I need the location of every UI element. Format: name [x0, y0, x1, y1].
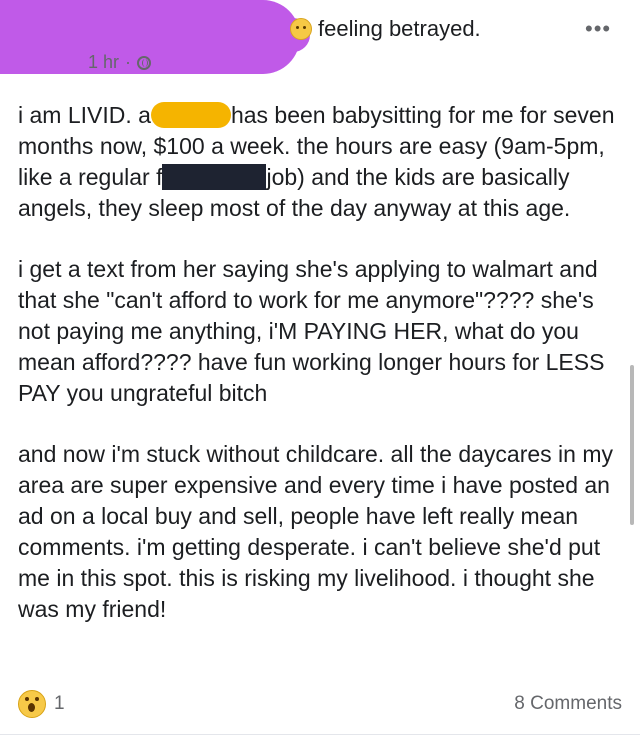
- post-header: feeling betrayed. ••• 1 hr ·: [0, 0, 640, 90]
- wow-emoji-icon: [18, 690, 46, 718]
- comments-link[interactable]: 8 Comments: [514, 693, 622, 715]
- sad-face-icon: [290, 18, 312, 40]
- feeling-status: feeling betrayed.: [290, 16, 481, 42]
- redaction-yellow: [150, 102, 231, 128]
- post-paragraph-1: i am LIVID. a has been babysitting for me…: [18, 100, 628, 224]
- scrollbar[interactable]: [630, 365, 634, 525]
- meta-separator: ·: [125, 52, 132, 72]
- divider: [0, 734, 640, 735]
- feeling-text: feeling betrayed.: [318, 16, 481, 41]
- globe-icon: [137, 55, 152, 70]
- post-paragraph-3: and now i'm stuck without childcare. all…: [18, 441, 613, 622]
- redaction-black: [162, 164, 267, 190]
- post-footer: 1 8 Comments: [18, 690, 622, 718]
- reaction-count: 1: [54, 693, 65, 714]
- post-time[interactable]: 1 hr: [88, 52, 119, 73]
- more-options-button[interactable]: •••: [585, 16, 611, 42]
- reactions-summary[interactable]: 1: [18, 690, 65, 718]
- post-text: i am LIVID. a: [18, 102, 151, 128]
- post-paragraph-2: i get a text from her saying she's apply…: [18, 256, 605, 406]
- post-meta: 1 hr ·: [88, 52, 152, 73]
- post-body: i am LIVID. a has been babysitting for me…: [18, 100, 628, 655]
